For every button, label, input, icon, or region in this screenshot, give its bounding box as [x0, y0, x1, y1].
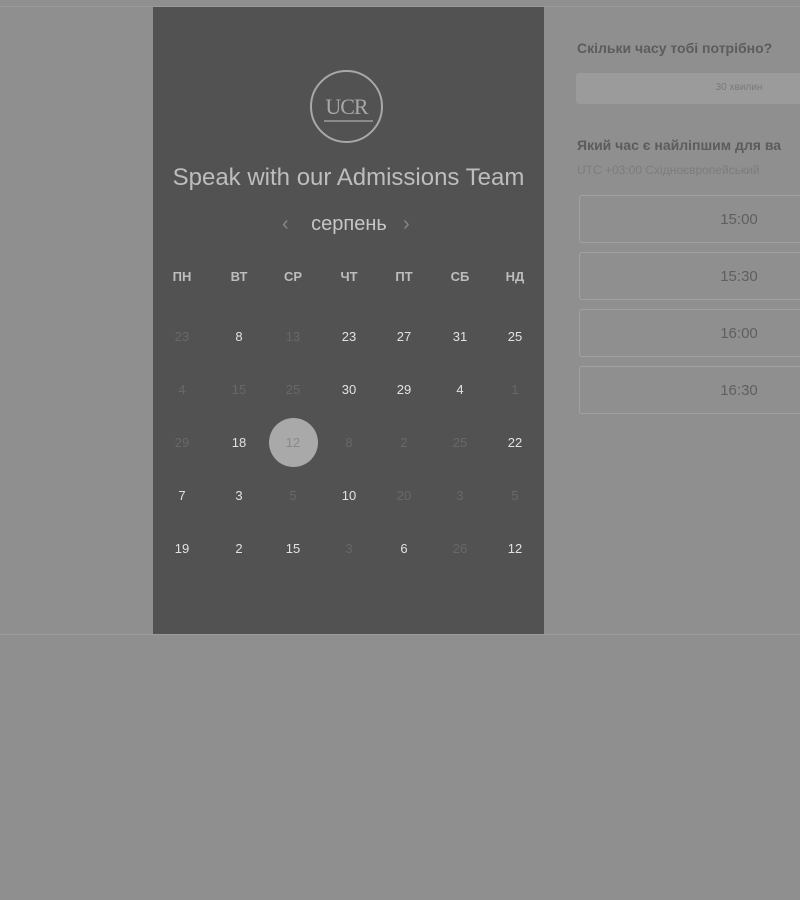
calendar-day: 5: [289, 488, 297, 503]
calendar-day: 25: [452, 435, 468, 450]
time-slot-label: 16:30: [720, 382, 758, 399]
calendar-day: 29: [174, 435, 190, 450]
calendar-day[interactable]: 29: [384, 380, 424, 400]
calendar-day[interactable]: 8: [219, 327, 259, 347]
calendar-day[interactable]: 15: [273, 539, 313, 559]
calendar-day: 5: [511, 488, 519, 503]
calendar-day: 26: [452, 541, 468, 556]
day-grid: 23 8 13 23 27 31 25 4 15 25 30 29 4 1 29 18 12 8 2 25 22 7 3 5 1…: [153, 7, 544, 635]
time-slot-button[interactable]: 15:30: [579, 252, 800, 300]
calendar-day[interactable]: 6: [384, 539, 424, 559]
time-slot-label: 15:00: [720, 211, 758, 228]
calendar-day[interactable]: 31: [440, 327, 480, 347]
calendar-day: 20: [396, 488, 412, 503]
calendar-day[interactable]: 27: [384, 327, 424, 347]
calendar-day[interactable]: 23: [329, 327, 369, 347]
calendar-day: 8: [345, 435, 353, 450]
calendar-day[interactable]: 4: [440, 380, 480, 400]
calendar-day: 3: [345, 541, 353, 556]
time-slot-button[interactable]: 16:00: [579, 309, 800, 357]
calendar-day[interactable]: 3: [219, 486, 259, 506]
duration-question: Скільки часу тобі потрібно?: [577, 40, 773, 56]
calendar-day: 2: [400, 435, 408, 450]
duration-value: 30 хвилин: [715, 82, 763, 93]
timezone-label[interactable]: UTC +03:00 Східноєвропейський: [577, 163, 760, 177]
calendar-day[interactable]: 10: [329, 486, 369, 506]
calendar-day[interactable]: 12: [495, 539, 535, 559]
calendar-day: 3: [456, 488, 464, 503]
duration-select[interactable]: 30 хвилин: [576, 73, 800, 104]
calendar-day[interactable]: 19: [162, 539, 202, 559]
calendar-day-selected[interactable]: 12: [273, 433, 313, 453]
calendar-day: 13: [285, 329, 301, 344]
calendar-day: 25: [285, 382, 301, 397]
time-slot-button[interactable]: 15:00: [579, 195, 800, 243]
time-slot-label: 15:30: [720, 268, 758, 285]
calendar-day[interactable]: 7: [162, 486, 202, 506]
calendar-day[interactable]: 30: [329, 380, 369, 400]
calendar-day: 1: [511, 382, 519, 397]
calendar-day[interactable]: 25: [495, 327, 535, 347]
calendar-day: 4: [178, 382, 186, 397]
calendar-day[interactable]: 18: [219, 433, 259, 453]
calendar-day[interactable]: 22: [495, 433, 535, 453]
calendar-day[interactable]: 2: [219, 539, 259, 559]
time-slot-button[interactable]: 16:30: [579, 366, 800, 414]
time-question: Який час є найліпшим для ва: [577, 137, 782, 153]
time-slot-label: 16:00: [720, 325, 758, 342]
bottom-divider: [0, 634, 800, 635]
calendar-panel: UCR Speak with our Admissions Team ‹ сер…: [153, 7, 544, 635]
calendar-day: 15: [231, 382, 247, 397]
calendar-day: 23: [174, 329, 190, 344]
